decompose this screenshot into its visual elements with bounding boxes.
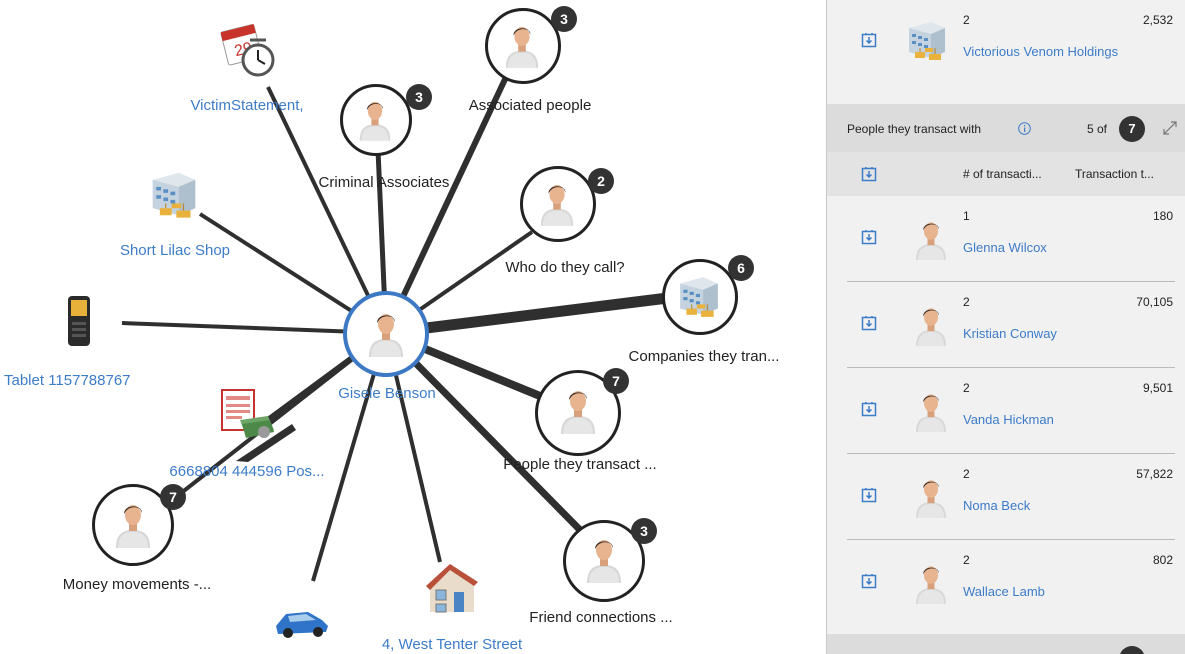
transaction-count: 1: [963, 209, 970, 223]
count-badge: 2: [588, 168, 614, 194]
count-badge: 3: [551, 6, 577, 32]
info-icon[interactable]: [1018, 122, 1031, 135]
money-document-icon: [221, 389, 274, 438]
column-header-row: # of transacti... Transaction t...: [827, 152, 1185, 196]
person-icon: [366, 309, 406, 357]
who-do-they-call-label[interactable]: Who do they call?: [505, 259, 624, 276]
transaction-count: 2: [963, 467, 970, 481]
person-icon: [503, 22, 541, 68]
associated-people-label[interactable]: Associated people: [469, 97, 592, 114]
next-section-header: [827, 634, 1185, 654]
vehicle-node[interactable]: [272, 604, 330, 640]
person-name-link[interactable]: Kristian Conway: [963, 326, 1057, 341]
table-row[interactable]: 2 57,822 Noma Beck: [827, 454, 1185, 540]
transaction-total: 9,501: [1142, 381, 1173, 395]
house-icon: [426, 564, 478, 613]
car-icon: [276, 612, 328, 638]
friend-connections-label[interactable]: Friend connections ...: [529, 609, 672, 626]
victim-statement-node[interactable]: 29: [220, 22, 278, 78]
count-badge: 3: [631, 518, 657, 544]
person-icon: [913, 476, 949, 518]
table-row[interactable]: 2 70,105 Kristian Conway: [827, 282, 1185, 368]
table-row[interactable]: 1 180 Glenna Wilcox: [827, 196, 1185, 282]
people-they-transact-label[interactable]: People they transact ...: [503, 456, 656, 473]
person-name-link[interactable]: Wallace Lamb: [963, 584, 1045, 599]
payment-node[interactable]: [218, 386, 276, 442]
money-movements-node[interactable]: 7: [92, 484, 192, 570]
person-icon: [113, 500, 153, 548]
entity-name-link[interactable]: Victorious Venom Holdings: [963, 44, 1118, 59]
total-count-badge: 7: [1119, 116, 1145, 142]
center-node[interactable]: [343, 291, 429, 377]
short-lilac-shop-node[interactable]: [146, 168, 202, 220]
money-movements-label[interactable]: Money movements -...: [63, 576, 211, 593]
section-header: People they transact with 5 of 7: [827, 104, 1185, 152]
person-icon: [913, 218, 949, 260]
payment-label[interactable]: 6668804 444596 Pos...: [169, 463, 324, 480]
transaction-count: 2: [963, 295, 970, 309]
select-item-icon[interactable]: [861, 315, 877, 331]
person-name-link[interactable]: Noma Beck: [963, 498, 1030, 513]
person-name-link[interactable]: Glenna Wilcox: [963, 240, 1047, 255]
network-graph[interactable]: Gisele Benson 29 VictimStatement, 3 Crim…: [0, 0, 826, 654]
column-header[interactable]: Transaction t...: [1075, 167, 1154, 181]
criminal-associates-node[interactable]: 3: [340, 84, 434, 164]
select-item-icon[interactable]: [861, 229, 877, 245]
person-icon: [913, 304, 949, 346]
select-item-icon[interactable]: [861, 487, 877, 503]
transaction-total: 2,532: [1142, 13, 1173, 27]
building-icon: [146, 168, 202, 220]
table-row[interactable]: 2 9,501 Vanda Hickman: [827, 368, 1185, 454]
count-badge: 3: [406, 84, 432, 110]
transaction-total: 57,822: [1136, 467, 1173, 481]
transaction-total: 70,105: [1136, 295, 1173, 309]
transaction-count: 2: [963, 381, 970, 395]
tablet-node[interactable]: [62, 294, 98, 350]
victim-statement-label[interactable]: VictimStatement,: [190, 97, 303, 114]
address-node[interactable]: [424, 560, 482, 616]
criminal-associates-label[interactable]: Criminal Associates: [319, 174, 450, 191]
calendar-clock-icon: 29: [220, 24, 275, 77]
count-badge: 6: [728, 255, 754, 281]
count-badge: 7: [160, 484, 186, 510]
list-item[interactable]: 2 2,532 Victorious Venom Holdings: [827, 0, 1185, 90]
select-all-icon[interactable]: [861, 166, 877, 182]
transaction-total: 180: [1152, 209, 1173, 223]
select-item-icon[interactable]: [861, 401, 877, 417]
friend-connections-node[interactable]: 3: [563, 516, 663, 602]
transaction-count: 2: [963, 13, 970, 27]
center-node-label[interactable]: Gisele Benson: [338, 385, 436, 402]
person-icon: [913, 562, 949, 604]
column-header[interactable]: # of transacti...: [963, 167, 1042, 181]
building-icon: [676, 273, 722, 319]
person-icon: [357, 97, 393, 141]
table-row[interactable]: 2 802 Wallace Lamb: [827, 540, 1185, 626]
person-icon: [913, 390, 949, 432]
select-item-icon[interactable]: [861, 32, 877, 48]
people-they-transact-node[interactable]: 7: [535, 366, 635, 456]
person-icon: [538, 180, 576, 226]
phone-icon: [68, 296, 90, 346]
address-label[interactable]: 4, West Tenter Street: [382, 636, 522, 653]
person-name-link[interactable]: Vanda Hickman: [963, 412, 1054, 427]
person-icon: [584, 535, 624, 583]
companies-they-transact-label[interactable]: Companies they tran...: [629, 348, 780, 365]
select-item-icon[interactable]: [861, 573, 877, 589]
tablet-label[interactable]: Tablet 1157788767: [4, 372, 131, 389]
section-title: People they transact with: [847, 122, 982, 136]
companies-they-transact-node[interactable]: 6: [662, 255, 766, 341]
shown-count: 5 of: [1087, 122, 1108, 136]
count-badge: 7: [603, 368, 629, 394]
associated-people-node[interactable]: 3: [485, 4, 583, 90]
building-icon: [905, 18, 949, 62]
transaction-total: 802: [1152, 553, 1173, 567]
detail-panel[interactable]: 2 2,532 Victorious Venom Holdings People…: [826, 0, 1185, 654]
expand-icon[interactable]: [1161, 119, 1179, 137]
person-icon: [558, 386, 598, 434]
short-lilac-shop-label[interactable]: Short Lilac Shop: [120, 242, 230, 259]
who-do-they-call-node[interactable]: 2: [520, 164, 620, 250]
transaction-count: 2: [963, 553, 970, 567]
